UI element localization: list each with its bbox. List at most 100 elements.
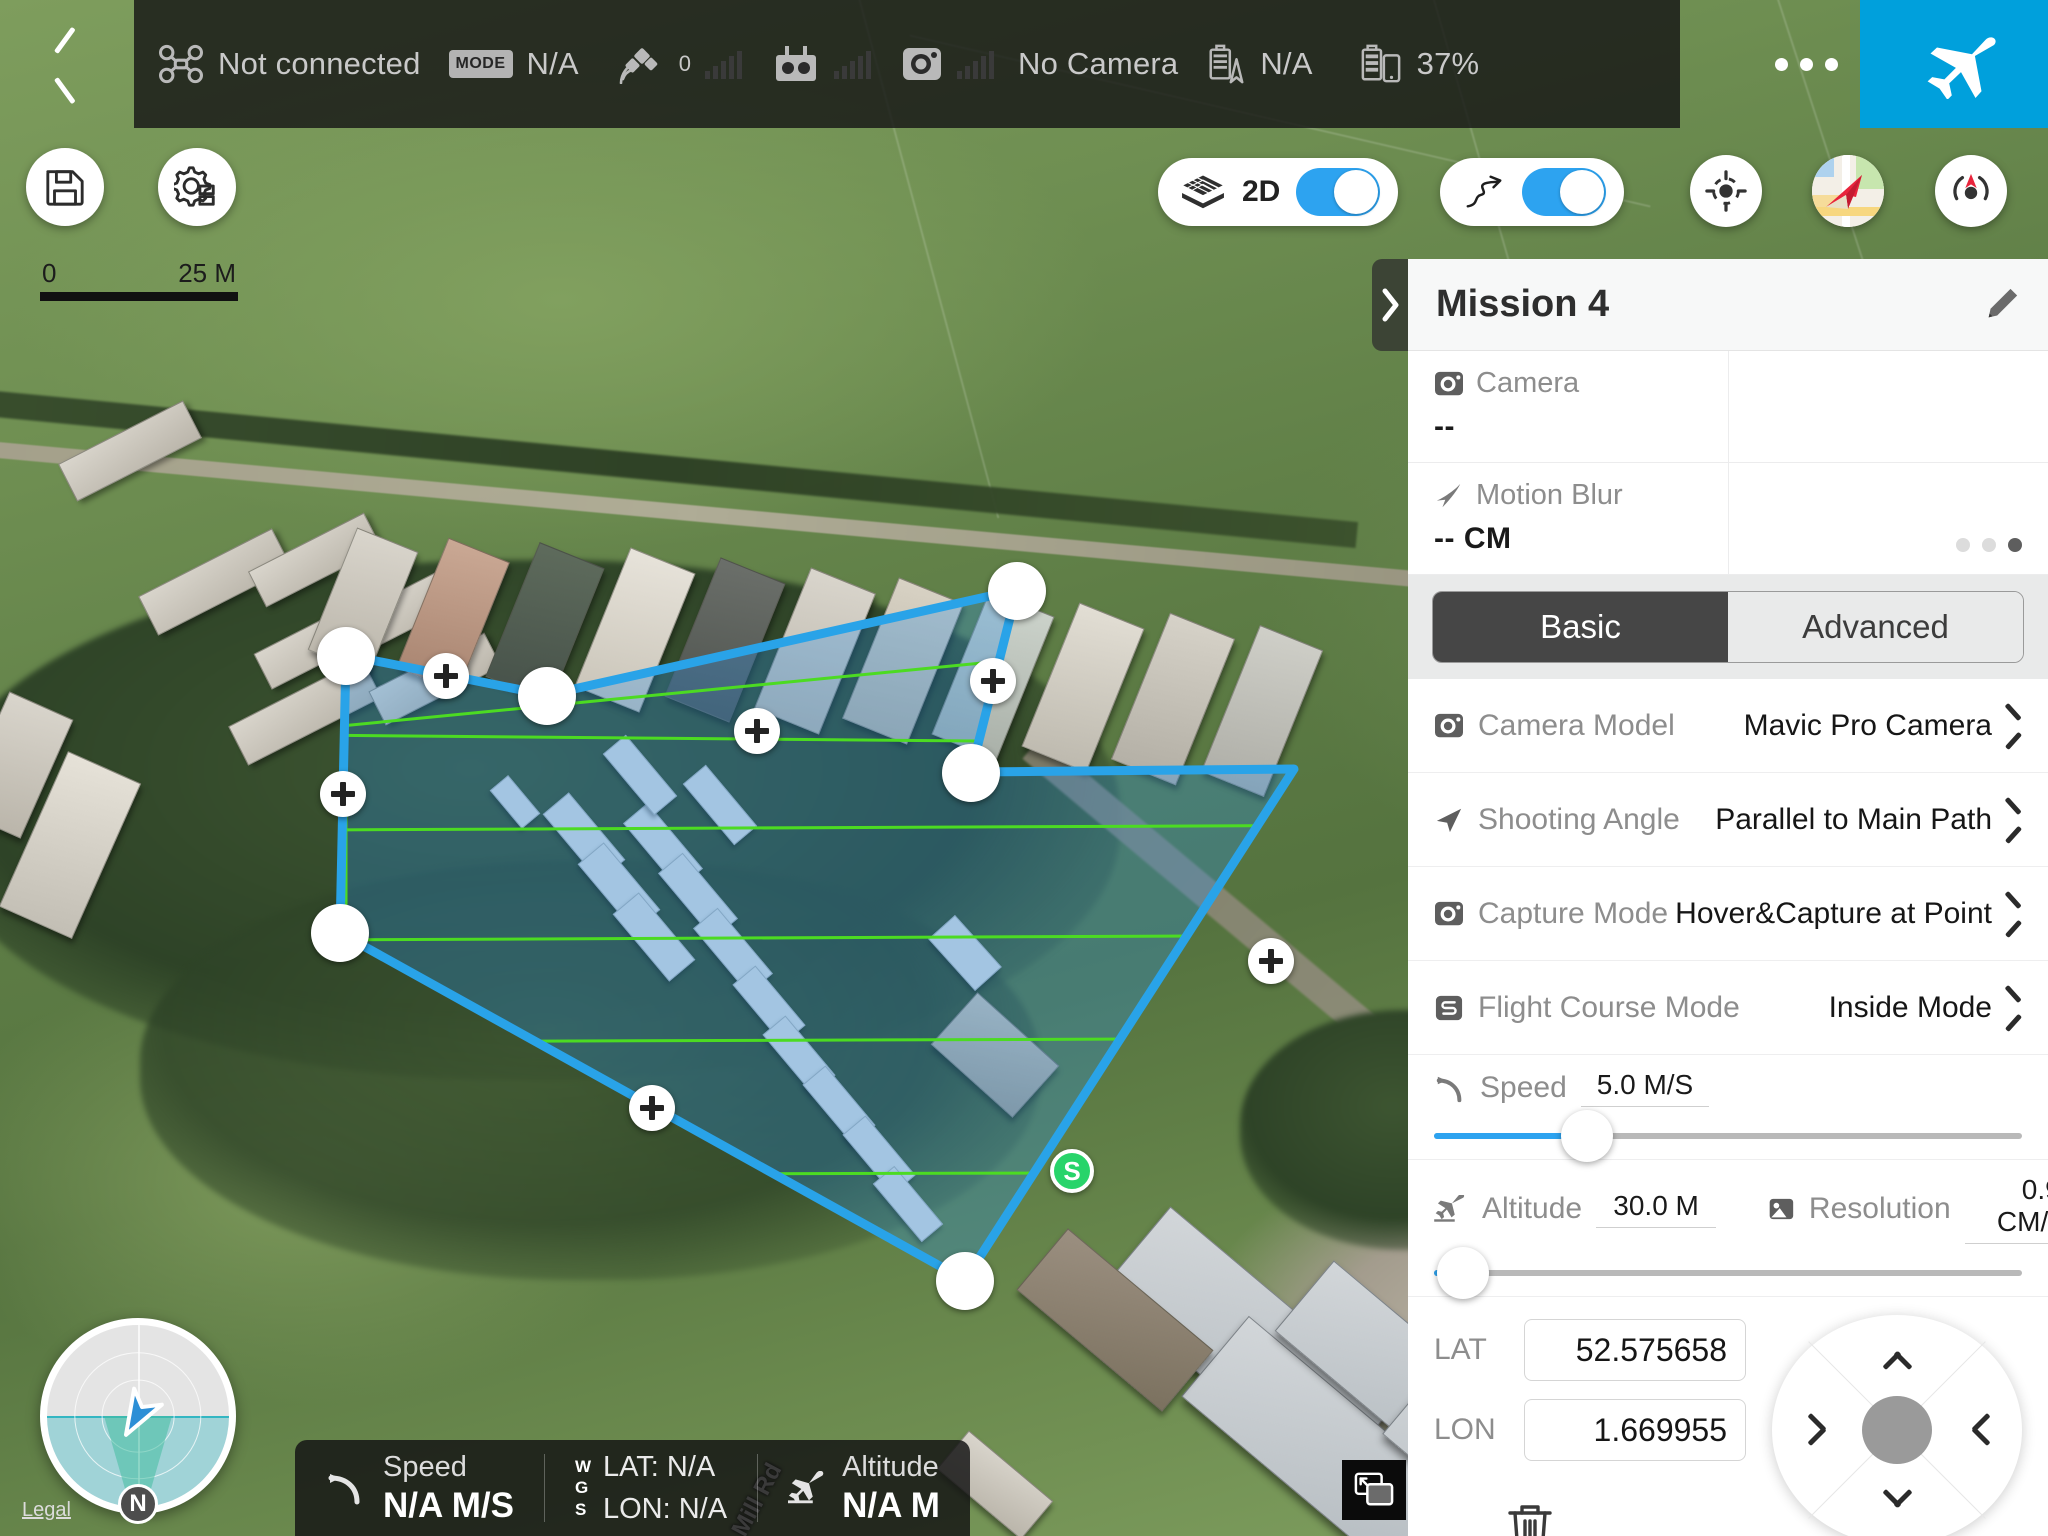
ellipsis-icon <box>1825 57 1838 71</box>
speed-slider-track[interactable] <box>1434 1110 2022 1162</box>
start-point-marker[interactable]: S <box>1050 1149 1094 1193</box>
row-capture-mode[interactable]: Capture Mode Hover&Capture at Point <box>1408 867 2048 961</box>
map-settings-gear-icon <box>174 166 215 207</box>
wgs-label: WGS <box>574 1457 591 1519</box>
waypoint-vertex[interactable] <box>936 1252 994 1310</box>
waypoint-dpad[interactable] <box>1772 1315 2022 1536</box>
save-mission-button[interactable] <box>26 148 104 226</box>
more-options-button[interactable] <box>1753 0 1860 128</box>
back-button[interactable] <box>0 0 134 128</box>
telemetry-lon: LON: N/A <box>602 1493 728 1525</box>
chevron-left-icon <box>1809 1415 1825 1445</box>
camera-icon <box>903 48 942 80</box>
summary-camera: Camera -- <box>1408 351 1729 462</box>
speed-label: Speed <box>1480 1071 1567 1104</box>
layers-toggle-switch[interactable] <box>1296 168 1381 216</box>
gps-satellite-count: 0 <box>678 51 692 76</box>
summary-camera-filler <box>1729 351 2048 462</box>
camera-status-label: No Camera <box>1018 46 1179 81</box>
add-waypoint-button[interactable] <box>1248 938 1294 984</box>
minimap-toggle-button[interactable] <box>1342 1460 1406 1520</box>
path-toggle-switch[interactable] <box>1522 168 1606 216</box>
map-style-button[interactable] <box>1812 155 1884 227</box>
pager-dot[interactable] <box>1982 538 1996 552</box>
waypoint-vertex[interactable] <box>518 667 576 725</box>
lat-input[interactable]: 52.575658 <box>1524 1319 1746 1381</box>
mission-title: Mission 4 <box>1436 283 1610 325</box>
map-scale-bar: 0 25 M <box>40 258 238 301</box>
waypoint-vertex[interactable] <box>317 627 375 685</box>
speed-field[interactable]: 5.0 M/S <box>1580 1069 1710 1107</box>
speed-slider-knob[interactable] <box>1560 1110 1613 1162</box>
dpad-right-button[interactable] <box>1958 1407 2004 1453</box>
waypoint-vertex[interactable] <box>988 562 1046 620</box>
chevron-right-icon <box>1382 288 1399 322</box>
add-waypoint-button[interactable] <box>320 771 366 817</box>
minimize-window-icon <box>1354 1472 1394 1506</box>
map-settings-button[interactable] <box>158 148 236 226</box>
flight-path-toggle[interactable] <box>1440 158 1624 226</box>
altitude-slider-row[interactable]: Altitude 30.0 M Resolution 0.9 CM/PX <box>1408 1160 2048 1299</box>
row-shooting-angle[interactable]: Shooting Angle Parallel to Main Path <box>1408 773 2048 867</box>
waypoint-vertex[interactable] <box>942 744 1000 802</box>
tab-advanced[interactable]: Advanced <box>1728 592 2023 662</box>
lon-line: LON 1.669955 <box>1434 1399 1746 1461</box>
add-waypoint-button[interactable] <box>629 1085 675 1131</box>
airplane-icon <box>1927 37 1996 99</box>
dpad-up-button[interactable] <box>1874 1337 1920 1383</box>
summary-camera-label: Camera <box>1476 367 1580 399</box>
toggle-knob <box>1334 170 1379 214</box>
chevron-right-icon <box>2006 805 2022 835</box>
telemetry-altitude: Altitude N/A M <box>758 1440 970 1536</box>
pencil-edit-icon[interactable] <box>1982 286 2020 324</box>
altitude-slider-track[interactable] <box>1434 1247 2022 1299</box>
telemetry-lat: LAT: N/A <box>602 1450 716 1483</box>
resolution-field[interactable]: 0.9 CM/PX <box>1964 1174 2048 1244</box>
dpad-center-button[interactable] <box>1862 1396 1932 1464</box>
status-gps: 0 <box>619 44 743 84</box>
add-waypoint-button[interactable] <box>423 653 469 699</box>
coordinates-section: LAT 52.575658 LON 1.669955 <box>1408 1297 2048 1536</box>
telemetry-bar: Speed N/A M/S WGS LAT: N/A LON: N/A Alti… <box>295 1440 970 1536</box>
camera-signal-bars <box>957 49 995 79</box>
fly-mode-button[interactable] <box>1860 0 2048 128</box>
trash-icon <box>1508 1505 1552 1536</box>
mode-chip: MODE <box>448 50 513 78</box>
speed-label: Speed <box>383 1450 467 1483</box>
row-flight-course-mode[interactable]: Flight Course Mode Inside Mode <box>1408 961 2048 1055</box>
altitude-slider-knob[interactable] <box>1437 1247 1490 1299</box>
aircraft-battery-icon <box>1209 44 1244 84</box>
pager-dots[interactable] <box>1755 479 2022 556</box>
compass-reset-button[interactable] <box>1935 155 2007 227</box>
lon-input[interactable]: 1.669955 <box>1524 1399 1746 1461</box>
add-waypoint-button[interactable] <box>970 658 1016 704</box>
drone-mission-planner-screen: S Not connected MODE N/A 0 No Camera N/A… <box>0 0 2048 1536</box>
satellite-icon <box>619 48 658 84</box>
dpad-left-button[interactable] <box>1794 1407 1840 1453</box>
panel-collapse-button[interactable] <box>1372 259 1408 351</box>
settings-rows: Camera Model Mavic Pro Camera Shooting A… <box>1408 679 2048 1299</box>
gps-signal-bars <box>705 49 743 79</box>
ellipsis-icon <box>1800 57 1813 71</box>
tab-basic[interactable]: Basic <box>1433 592 1728 662</box>
status-flight-mode: MODE N/A <box>448 46 579 82</box>
lat-line: LAT 52.575658 <box>1434 1319 1746 1381</box>
north-indicator: N <box>118 1484 158 1524</box>
aircraft-battery-value: N/A <box>1260 46 1313 81</box>
dpad-down-button[interactable] <box>1874 1475 1920 1521</box>
map-layers-toggle[interactable]: 2D <box>1158 158 1399 226</box>
speed-slider-row[interactable]: Speed 5.0 M/S <box>1408 1055 2048 1162</box>
pager-dot-active[interactable] <box>2008 538 2022 552</box>
altitude-label: Altitude <box>842 1450 939 1483</box>
compass-reset-icon <box>1953 173 1989 201</box>
camera-icon <box>1435 713 1463 737</box>
add-waypoint-button[interactable] <box>734 708 780 754</box>
lat-key: LAT <box>1434 1333 1487 1366</box>
pager-dot[interactable] <box>1956 538 1970 552</box>
waypoint-vertex[interactable] <box>311 904 369 962</box>
row-camera-model[interactable]: Camera Model Mavic Pro Camera <box>1408 679 2048 773</box>
delete-waypoint-button[interactable] <box>1504 1501 1558 1536</box>
altitude-field[interactable]: 30.0 M <box>1596 1190 1717 1228</box>
attitude-compass-widget[interactable]: N <box>40 1318 236 1524</box>
locate-button[interactable] <box>1690 155 1762 227</box>
